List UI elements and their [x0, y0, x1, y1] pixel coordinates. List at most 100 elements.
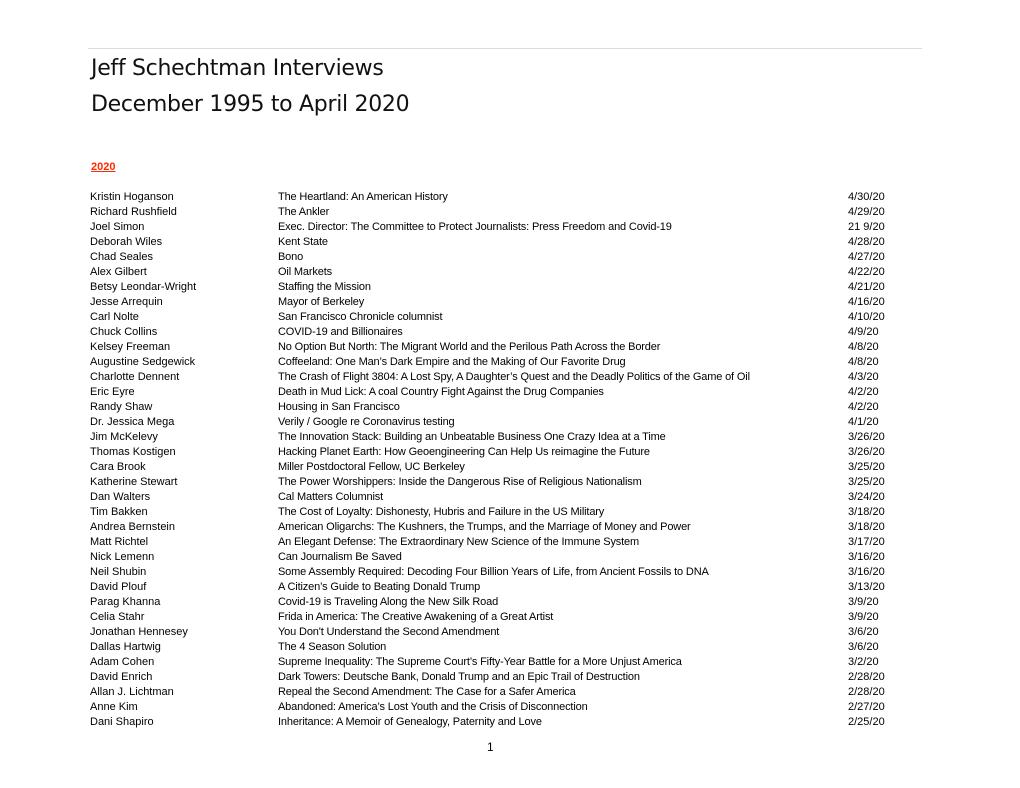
interview-row: Matt Richtel An Elegant Defense: The Extr… — [0, 535, 1020, 550]
interview-topic: Repeal the Second Amendment: The Case fo… — [278, 686, 576, 698]
interviewee-name: Thomas Kostigen — [90, 446, 176, 458]
interviewee-name: David Plouf — [90, 581, 147, 593]
interviewee-name: Allan J. Lichtman — [90, 686, 174, 698]
interview-row: Chuck Collins COVID-19 and Billionaires 4/… — [0, 325, 1020, 340]
interview-topic: Abandoned: America’s Lost Youth and the … — [278, 701, 588, 713]
interviewee-name: Kristin Hoganson — [90, 191, 174, 203]
interview-row: Cara Brook Miller Postdoctoral Fellow, UC… — [0, 460, 1020, 475]
page-top-divider — [88, 48, 922, 49]
interview-topic: Frida in America: The Creative Awakening… — [278, 611, 554, 623]
interviewee-name: Jim McKelevy — [90, 431, 158, 443]
interview-date: 3/18/20 — [848, 521, 885, 533]
interview-row: Celia Stahr Frida in America: The Creativ… — [0, 610, 1020, 625]
interviewee-name: Katherine Stewart — [90, 476, 178, 488]
interview-date: 3/13/20 — [848, 581, 885, 593]
page-title: Jeff Schechtman Interviews — [91, 56, 384, 81]
interview-date: 4/29/20 — [848, 206, 885, 218]
interview-row: Augustine Sedgewick Coffeeland: One Man’s… — [0, 355, 1020, 370]
interviewee-name: Dan Walters — [90, 491, 151, 503]
interview-topic: Supreme Inequality: The Supreme Court’s … — [278, 656, 682, 668]
interviewee-name: Adam Cohen — [90, 656, 155, 668]
interview-topic: Miller Postdoctoral Fellow, UC Berkeley — [278, 461, 465, 473]
interview-topic: The Power Worshippers: Inside the Danger… — [278, 476, 642, 488]
interview-date: 2/25/20 — [848, 716, 885, 728]
interview-row: Joel Simon Exec. Director: The Committee … — [0, 220, 1020, 235]
interview-date: 3/26/20 — [848, 431, 885, 443]
interview-topic: Kent State — [278, 236, 328, 248]
interview-topic: Coffeeland: One Man’s Dark Empire and th… — [278, 356, 626, 368]
interview-topic: American Oligarchs: The Kushners, the Tr… — [278, 521, 691, 533]
interview-row: Deborah Wiles Kent State 4/28/20 — [0, 235, 1020, 250]
interview-topic: An Elegant Defense: The Extraordinary Ne… — [278, 536, 640, 548]
interviewee-name: Carl Nolte — [90, 311, 139, 323]
interviewee-name: Parag Khanna — [90, 596, 161, 608]
interview-date: 3/9/20 — [848, 611, 879, 623]
interview-row: David Plouf A Citizen’s Guide to Beating … — [0, 580, 1020, 595]
interview-row: Chad Seales Bono 4/27/20 — [0, 250, 1020, 265]
interview-date: 4/2/20 — [848, 386, 879, 398]
interview-row: Neil Shubin Some Assembly Required: Decod… — [0, 565, 1020, 580]
interview-topic: Death in Mud Lick: A coal Country Fight … — [278, 386, 604, 398]
interview-topic: The Ankler — [278, 206, 330, 218]
interview-date: 2/28/20 — [848, 671, 885, 683]
interview-topic: A Citizen’s Guide to Beating Donald Trum… — [278, 581, 481, 593]
interview-topic: The Innovation Stack: Building an Unbeat… — [278, 431, 666, 443]
interview-topic: Some Assembly Required: Decoding Four Bi… — [278, 566, 709, 578]
interview-row: Randy Shaw Housing in San Francisco 4/2/20 — [0, 400, 1020, 415]
interview-date: 2/27/20 — [848, 701, 885, 713]
interview-topic: Hacking Planet Earth: How Geoengineering… — [278, 446, 650, 458]
interview-row: Allan J. Lichtman Repeal the Second Amend… — [0, 685, 1020, 700]
interviewee-name: Jesse Arrequin — [90, 296, 163, 308]
interview-topic: Bono — [278, 251, 304, 263]
interview-row: Alex Gilbert Oil Markets 4/22/20 — [0, 265, 1020, 280]
interview-topic: Verily / Google re Coronavirus testing — [278, 416, 455, 428]
interview-date: 3/17/20 — [848, 536, 885, 548]
interview-date: 4/3/20 — [848, 371, 879, 383]
interview-topic: San Francisco Chronicle columnist — [278, 311, 443, 323]
interview-topic: No Option But North: The Migrant World a… — [278, 341, 661, 353]
interview-topic: Mayor of Berkeley — [278, 296, 365, 308]
interview-date: 3/16/20 — [848, 566, 885, 578]
interview-topic: The Cost of Loyalty: Dishonesty, Hubris … — [278, 506, 605, 518]
interview-date: 3/2/20 — [848, 656, 879, 668]
interview-date: 4/16/20 — [848, 296, 885, 308]
interview-row: Katherine Stewart The Power Worshippers: … — [0, 475, 1020, 490]
interview-row: Charlotte Dennent The Crash of Flight 380… — [0, 370, 1020, 385]
interview-row: Jim McKelevy The Innovation Stack: Buildi… — [0, 430, 1020, 445]
interview-row: Jesse Arrequin Mayor of Berkeley 4/16/20 — [0, 295, 1020, 310]
interview-row: Thomas Kostigen Hacking Planet Earth: How… — [0, 445, 1020, 460]
interview-date: 3/6/20 — [848, 641, 879, 653]
interview-topic: The Crash of Flight 3804: A Lost Spy, A … — [278, 371, 750, 383]
interview-date: 4/22/20 — [848, 266, 885, 278]
interviewee-name: Chad Seales — [90, 251, 153, 263]
interview-topic: You Don't Understand the Second Amendmen… — [278, 626, 500, 638]
interviewee-name: Nick Lemenn — [90, 551, 155, 563]
interview-row: Dr. Jessica Mega Verily / Google re Coron… — [0, 415, 1020, 430]
interview-row: Parag Khanna Covid-19 is Traveling Along … — [0, 595, 1020, 610]
interview-date: 4/2/20 — [848, 401, 879, 413]
interview-row: Kristin Hoganson The Heartland: An Americ… — [0, 190, 1020, 205]
interviewee-name: David Enrich — [90, 671, 153, 683]
interview-row: David Enrich Dark Towers: Deutsche Bank, … — [0, 670, 1020, 685]
interview-topic: COVID-19 and Billionaires — [278, 326, 403, 338]
interviewee-name: Alex Gilbert — [90, 266, 147, 278]
interviewee-name: Dallas Hartwig — [90, 641, 161, 653]
interview-date: 3/25/20 — [848, 461, 885, 473]
interviewee-name: Jonathan Hennesey — [90, 626, 188, 638]
interview-row: Anne Kim Abandoned: America’s Lost Youth … — [0, 700, 1020, 715]
interviewee-name: Dani Shapiro — [90, 716, 154, 728]
interviewee-name: Charlotte Dennent — [90, 371, 180, 383]
interview-date: 4/8/20 — [848, 356, 879, 368]
interview-topic: The Heartland: An American History — [278, 191, 448, 203]
interviewee-name: Augustine Sedgewick — [90, 356, 196, 368]
interview-row: Dallas Hartwig The 4 Season Solution 3/6/2… — [0, 640, 1020, 655]
interview-topic: Covid-19 is Traveling Along the New Silk… — [278, 596, 499, 608]
interview-row: Nick Lemenn Can Journalism Be Saved 3/16/2… — [0, 550, 1020, 565]
interview-topic: Dark Towers: Deutsche Bank, Donald Trump… — [278, 671, 640, 683]
interview-date: 3/26/20 — [848, 446, 885, 458]
interviewee-name: Joel Simon — [90, 221, 145, 233]
year-heading-link[interactable]: 2020 — [91, 161, 115, 173]
interviewee-name: Tim Bakken — [90, 506, 148, 518]
interviewee-name: Anne Kim — [90, 701, 138, 713]
interview-date: 4/9/20 — [848, 326, 879, 338]
